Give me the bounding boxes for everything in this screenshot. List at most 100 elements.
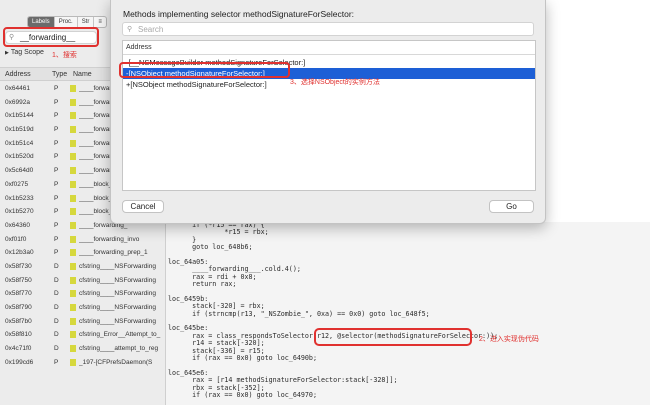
symbol-type: D [54, 290, 59, 298]
symbol-address: 0x1b51c4 [5, 139, 34, 147]
code-line[interactable]: goto loc_648b6; [168, 243, 650, 251]
symbol-type: D [54, 331, 59, 339]
search-highlight-box [3, 27, 99, 47]
symbol-type: P [54, 139, 59, 147]
symbol-color-swatch [70, 331, 76, 339]
symbol-name: ____forwarding_invo [79, 235, 140, 243]
symbol-name: _197-[CFPrefsDaemon(S [79, 358, 153, 366]
symbol-address: 0x58f7b0 [5, 317, 32, 325]
segment-strings[interactable]: Str [78, 17, 95, 27]
symbol-address: 0x64360 [5, 221, 30, 229]
segment-menu[interactable]: ≡ [94, 17, 106, 27]
symbol-color-swatch [70, 317, 76, 325]
symbol-address: 0x1b5270 [5, 208, 34, 216]
symbol-type: P [54, 98, 59, 106]
symbol-type: D [54, 262, 59, 270]
symbol-row[interactable]: 0xf01f0 P ____forwarding_invo [0, 233, 166, 247]
symbol-address: 0x12b3a0 [5, 249, 34, 257]
symbol-row[interactable]: 0x58f790 Dcfstring____NSForwarding [0, 301, 166, 315]
symbol-color-swatch [70, 153, 76, 161]
symbol-row[interactable]: 0x58f810 Dcfstring_Error__Attempt_to_ [0, 328, 166, 342]
code-line[interactable]: if (strncmp(r13, "_NSZombie_", 0xa) == 0… [168, 310, 650, 318]
symbol-type: D [54, 317, 59, 325]
symbol-address: 0x1b5233 [5, 194, 34, 202]
code-line[interactable]: rax = rdi + 0x8; [168, 273, 650, 281]
symbol-address: 0x6992a [5, 98, 30, 106]
column-type[interactable]: Type [52, 71, 67, 78]
code-line[interactable] [168, 252, 650, 259]
code-line[interactable]: if (rax == 0x0) goto loc_64970; [168, 391, 650, 399]
symbol-type: P [54, 126, 59, 134]
pseudocode-pane: if (*r15 == rax) { *r15 = rbx; } goto lo… [166, 221, 650, 405]
editor-top-area [546, 0, 650, 222]
symbol-row[interactable]: 0x12b3a0 P ____forwarding_prep_1 [0, 246, 166, 260]
symbol-color-swatch [70, 358, 76, 366]
code-line[interactable]: *r15 = rbx; [168, 228, 650, 236]
symbol-color-swatch [70, 112, 76, 120]
symbol-row[interactable]: 0x58f770 Dcfstring____NSForwarding [0, 287, 166, 301]
symbol-address: 0x58f750 [5, 276, 32, 284]
symbol-color-swatch [70, 304, 76, 311]
symbol-name: cfstring____NSForwarding [79, 317, 156, 325]
symbol-address: 0x199cd6 [5, 358, 34, 366]
symbol-color-swatch [70, 180, 76, 188]
go-button[interactable]: Go [489, 200, 534, 213]
symbol-address: 0x4c71f0 [5, 345, 32, 353]
method-search-input[interactable]: ⚲ Search [122, 22, 534, 36]
symbol-address: 0x1b520d [5, 153, 34, 161]
symbol-row[interactable]: 0x199cd6 P _197-[CFPrefsDaemon(S [0, 356, 166, 370]
symbol-type: P [54, 85, 59, 92]
symbol-name: cfstring____NSForwarding [79, 304, 156, 311]
symbol-type: P [54, 194, 59, 202]
symbol-type: P [54, 112, 59, 120]
symbol-color-swatch [70, 85, 76, 92]
symbol-row[interactable]: 0x4c71f0 Dcfstring____attempt_to_reg [0, 342, 166, 356]
symbol-address: 0x1b5144 [5, 112, 34, 120]
symbol-name: cfstring____NSForwarding [79, 262, 156, 270]
symbol-type: D [54, 304, 59, 311]
symbol-name: cfstring____NSForwarding [79, 290, 156, 298]
column-address[interactable]: Address [126, 44, 152, 51]
symbol-color-swatch [70, 276, 76, 284]
code-line[interactable]: if (rax == 0x0) goto loc_6490b; [168, 354, 650, 362]
code-line[interactable] [168, 289, 650, 296]
symbol-type: D [54, 345, 59, 353]
symbol-type: P [54, 221, 59, 229]
symbol-row[interactable]: 0x58f730 Dcfstring____NSForwarding [0, 260, 166, 274]
symbol-address: 0x1b519d [5, 126, 34, 134]
tag-scope-disclosure[interactable]: ▶ Tag Scope [5, 49, 44, 56]
symbol-address: 0x58f730 [5, 262, 32, 270]
column-name[interactable]: Name [73, 71, 92, 78]
code-line[interactable] [168, 362, 650, 369]
symbol-color-swatch [70, 194, 76, 202]
segment-labels[interactable]: Labels [28, 17, 55, 27]
code-line[interactable] [168, 318, 650, 325]
selector-highlight-box [314, 328, 472, 346]
symbol-type: P [54, 358, 59, 366]
sheet-title: Methods implementing selector methodSign… [123, 9, 355, 19]
method-list-header: Address [123, 41, 535, 55]
symbol-color-swatch [70, 208, 76, 216]
segment-procedures[interactable]: Proc. [55, 17, 78, 27]
symbol-color-swatch [70, 221, 76, 229]
symbol-type: D [54, 276, 59, 284]
symbol-type: P [54, 249, 59, 257]
symbol-color-swatch [70, 139, 76, 147]
symbol-type: P [54, 167, 59, 175]
symbol-address: 0x58f770 [5, 290, 32, 298]
search-annotation: 1、搜索 [52, 52, 77, 59]
column-address[interactable]: Address [5, 71, 31, 78]
symbol-row[interactable]: 0x58f7b0 Dcfstring____NSForwarding [0, 315, 166, 329]
tag-scope-label: Tag Scope [10, 49, 44, 56]
search-icon: ⚲ [127, 26, 133, 33]
symbol-color-swatch [70, 126, 76, 134]
symbol-row[interactable]: 0x58f750 Dcfstring____NSForwarding [0, 274, 166, 288]
symbol-address: 0x58f810 [5, 331, 32, 339]
symbol-type: P [54, 153, 59, 161]
symbol-name: cfstring____NSForwarding [79, 276, 156, 284]
code-line[interactable]: return rax; [168, 280, 650, 288]
symbol-address: 0x5c64d0 [5, 167, 34, 175]
cancel-button[interactable]: Cancel [122, 200, 164, 213]
symbol-color-swatch [70, 167, 76, 175]
methods-implementing-selector-sheet: Methods implementing selector methodSign… [110, 0, 546, 224]
